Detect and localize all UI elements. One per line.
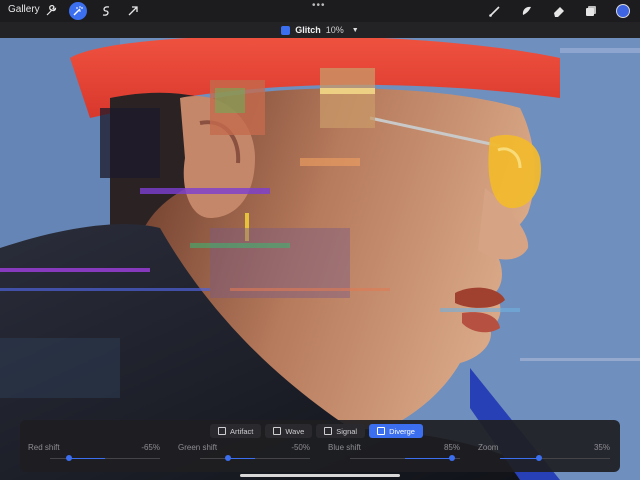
- diverge-icon: [377, 427, 386, 435]
- slider-fill: [69, 458, 105, 459]
- smudge-icon[interactable]: [518, 2, 536, 20]
- slider-knob[interactable]: [448, 455, 455, 461]
- right-tool-group: [486, 2, 632, 20]
- slider-value: -65%: [141, 443, 160, 452]
- slider-label: Green shift: [178, 443, 218, 452]
- mode-tab-diverge[interactable]: Diverge: [369, 424, 423, 438]
- chevron-down-icon[interactable]: ▼: [352, 27, 359, 34]
- selection-s-icon[interactable]: [97, 2, 115, 20]
- slider-fill: [500, 458, 539, 459]
- mode-tabs: Artifact Wave Signal Diverge: [210, 424, 423, 438]
- slider-red-shift[interactable]: Red shift -65%: [28, 443, 160, 465]
- layers-icon[interactable]: [582, 2, 600, 20]
- more-options-dots[interactable]: •••: [312, 0, 326, 11]
- slider-knob[interactable]: [224, 455, 231, 461]
- home-indicator[interactable]: [240, 474, 400, 477]
- glitch-options-panel: Artifact Wave Signal Diverge Red shift -65% G…: [20, 420, 620, 472]
- color-swatch[interactable]: [614, 2, 632, 20]
- wave-icon: [273, 427, 282, 435]
- slider-knob[interactable]: [535, 455, 542, 461]
- artwork-glitch-portrait: [0, 38, 640, 480]
- eraser-icon[interactable]: [550, 2, 568, 20]
- slider-value: 35%: [593, 443, 610, 452]
- magic-wand-icon[interactable]: [69, 2, 87, 20]
- slider-fill: [227, 458, 255, 459]
- adjustment-name: Glitch: [295, 25, 321, 35]
- mode-tab-signal[interactable]: Signal: [316, 424, 366, 438]
- slider-label: Zoom: [478, 443, 499, 452]
- slider-track[interactable]: [200, 458, 310, 459]
- top-toolbar: Gallery •••: [0, 0, 640, 22]
- wrench-icon[interactable]: [42, 2, 60, 20]
- slider-value: 85%: [443, 443, 460, 452]
- artifact-icon: [218, 427, 226, 435]
- gallery-button[interactable]: Gallery: [8, 4, 40, 15]
- slider-blue-shift[interactable]: Blue shift 85%: [328, 443, 460, 465]
- brush-icon[interactable]: [486, 2, 504, 20]
- slider-label: Blue shift: [328, 443, 361, 452]
- mode-tab-label: Diverge: [389, 426, 415, 436]
- mode-tab-label: Wave: [285, 426, 305, 436]
- adjustment-bar[interactable]: Glitch 10% ▼: [0, 22, 640, 38]
- mode-tab-wave[interactable]: Wave: [265, 424, 313, 438]
- signal-icon: [324, 427, 333, 435]
- slider-zoom[interactable]: Zoom 35%: [478, 443, 610, 465]
- drawing-canvas[interactable]: [0, 38, 640, 480]
- slider-value: -50%: [291, 443, 310, 452]
- color-dot-icon: [616, 4, 630, 18]
- adjustment-percent: 10%: [325, 25, 344, 35]
- arrow-transform-icon[interactable]: [124, 2, 142, 20]
- mode-tab-artifact[interactable]: Artifact: [210, 424, 262, 438]
- mode-tab-label: Signal: [336, 426, 358, 436]
- slider-knob[interactable]: [66, 455, 73, 461]
- slider-fill: [405, 458, 452, 459]
- mode-tab-label: Artifact: [230, 426, 254, 436]
- slider-label: Red shift: [28, 443, 60, 452]
- glitch-icon: [281, 25, 291, 35]
- slider-green-shift[interactable]: Green shift -50%: [178, 443, 310, 465]
